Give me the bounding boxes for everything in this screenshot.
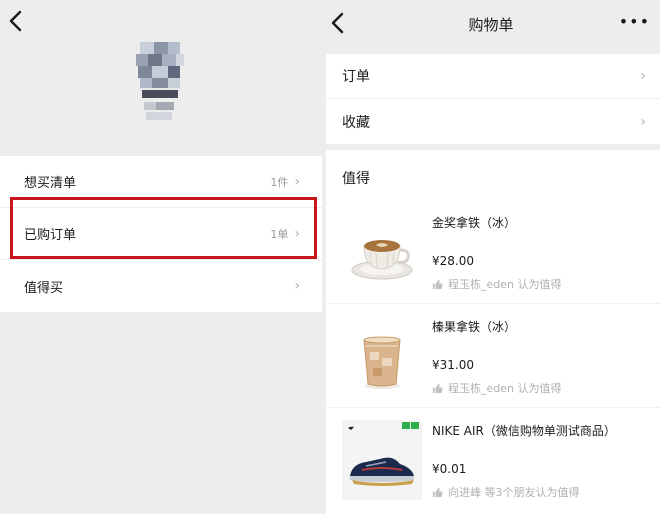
avatar <box>132 42 188 122</box>
left-menu: 想买清单 1件 › 已购订单 1单 › 值得买 › <box>0 156 322 312</box>
purchased-orders-row[interactable]: 已购订单 1单 › <box>0 208 322 260</box>
nav-bar: 购物单 ••• <box>322 0 660 50</box>
product-price: ¥31.00 <box>432 358 474 372</box>
product-name: 榛果拿铁（冰） <box>432 320 517 334</box>
product-price: ¥0.01 <box>432 462 467 476</box>
chevron-right-icon: › <box>640 113 646 130</box>
left-panel: 想买清单 1件 › 已购订单 1单 › 值得买 › <box>0 0 322 514</box>
product-recommendation: 程玉栋_eden 认为值得 <box>432 380 562 396</box>
favorites-label: 收藏 <box>342 114 370 131</box>
iced-latte-image <box>342 316 422 396</box>
latte-cup-image <box>342 212 422 292</box>
recommendation-text: 程玉栋_eden 认为值得 <box>448 382 562 395</box>
purchased-orders-label: 已购订单 <box>24 228 77 243</box>
product-name: 金奖拿铁（冰） <box>432 216 517 230</box>
product-item[interactable]: 金奖拿铁（冰） ¥28.00 程玉栋_eden 认为值得 <box>326 200 660 304</box>
section-title: 值得 <box>342 171 370 187</box>
worth-buying-row[interactable]: 值得买 › <box>0 260 322 312</box>
chevron-right-icon: › <box>294 278 300 294</box>
wishlist-label: 想买清单 <box>24 176 77 191</box>
thumbs-up-icon <box>432 279 443 289</box>
chevron-right-icon: › <box>294 225 300 242</box>
page-title: 购物单 <box>468 16 514 34</box>
product-name: NIKE AIR（微信购物单测试商品） <box>432 424 616 438</box>
worth-section: 值得 金奖拿铁（冰） ¥28.00 程玉栋_eden 认为值得 榛果拿铁（冰） … <box>326 150 660 514</box>
favorites-row[interactable]: 收藏 › <box>326 99 660 144</box>
product-price: ¥28.00 <box>432 254 474 268</box>
wishlist-count: 1件 <box>270 175 289 189</box>
wishlist-row[interactable]: 想买清单 1件 › <box>0 156 322 208</box>
orders-row[interactable]: 订单 › <box>326 54 660 99</box>
chevron-right-icon: › <box>640 68 646 84</box>
right-menu: 订单 › 收藏 › <box>326 54 660 144</box>
thumbs-up-icon <box>432 383 443 393</box>
thumbs-up-icon <box>432 487 443 497</box>
orders-label: 订单 <box>342 69 370 85</box>
product-recommendation: 向进峰 等3个朋友认为值得 <box>432 484 580 500</box>
sneaker-image <box>342 420 422 500</box>
right-panel: 购物单 ••• 订单 › 收藏 › 值得 金奖拿铁（冰） ¥28.00 程玉栋_… <box>322 0 660 514</box>
product-recommendation: 程玉栋_eden 认为值得 <box>432 276 562 292</box>
product-item[interactable]: NIKE AIR（微信购物单测试商品） ¥0.01 向进峰 等3个朋友认为值得 <box>326 408 660 512</box>
chevron-right-icon: › <box>294 173 300 190</box>
back-icon[interactable] <box>8 10 28 34</box>
more-icon[interactable]: ••• <box>619 12 650 31</box>
profile-header <box>0 0 322 156</box>
product-item[interactable]: 榛果拿铁（冰） ¥31.00 程玉栋_eden 认为值得 <box>326 304 660 408</box>
recommendation-text: 程玉栋_eden 认为值得 <box>448 278 562 291</box>
worth-buying-label: 值得买 <box>24 280 64 296</box>
purchased-orders-count: 1单 <box>270 227 289 241</box>
recommendation-text: 向进峰 等3个朋友认为值得 <box>448 486 580 499</box>
